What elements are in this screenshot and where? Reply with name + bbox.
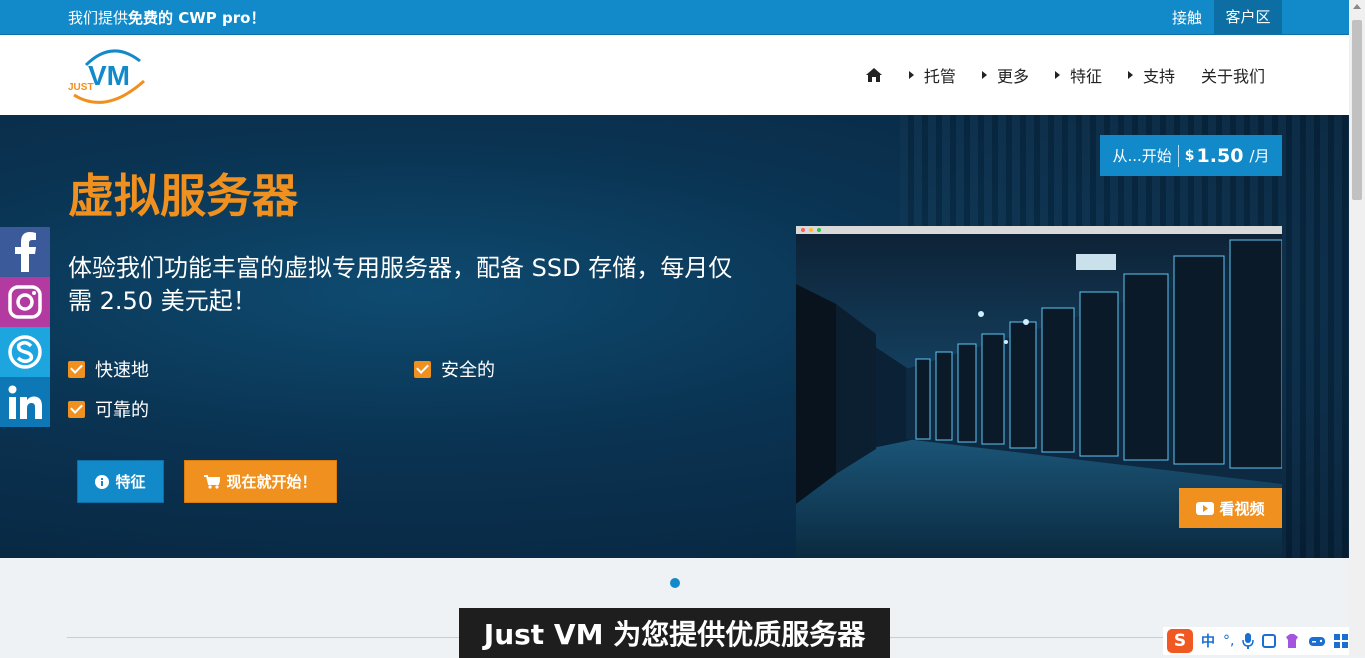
keyboard-icon[interactable]: [1262, 634, 1277, 648]
ime-language[interactable]: 中: [1201, 631, 1215, 651]
youtube-play-icon: [1196, 501, 1215, 515]
justvm-logo[interactable]: JUST VM: [66, 41, 156, 107]
hero-section: 虚拟服务器 体验我们功能丰富的虚拟专用服务器，配备 SSD 存储，每月仅需 2.…: [0, 115, 1349, 558]
section-title: Just VM 为您提供优质服务器: [459, 608, 890, 658]
ime-toolbar[interactable]: S 中 °,: [1163, 627, 1349, 655]
nav-item-more[interactable]: 更多: [981, 63, 1029, 87]
feature-item: 可靠的: [68, 396, 149, 422]
caret-right-icon: [1054, 71, 1060, 79]
sogou-logo-icon[interactable]: S: [1167, 629, 1193, 653]
grid-icon[interactable]: [1334, 634, 1349, 648]
contact-link[interactable]: 接触: [1172, 7, 1202, 28]
nav-item-about[interactable]: 关于我们: [1201, 63, 1265, 87]
cart-icon: [204, 474, 221, 489]
scrollbar-thumb[interactable]: [1352, 20, 1362, 200]
ime-punct[interactable]: °,: [1223, 633, 1234, 649]
hero-title: 虚拟服务器: [68, 169, 298, 223]
check-icon: [414, 360, 431, 378]
watch-video-button[interactable]: 看视频: [1179, 488, 1282, 528]
hero-subtitle: 体验我们功能丰富的虚拟专用服务器，配备 SSD 存储，每月仅需 2.50 美元起…: [68, 254, 733, 315]
nav-item-support[interactable]: 支持: [1127, 63, 1175, 87]
feature-item: 安全的: [414, 356, 495, 382]
caret-right-icon: [981, 71, 987, 79]
svg-text:VM: VM: [88, 60, 130, 91]
linkedin-icon[interactable]: [0, 377, 50, 427]
instagram-icon[interactable]: [0, 277, 50, 327]
nav-home[interactable]: [865, 67, 883, 83]
caret-right-icon: [1127, 71, 1133, 79]
top-bar: 我们提供免费的 CWP pro！ 接触 客户区: [0, 0, 1349, 35]
facebook-icon[interactable]: [0, 227, 50, 277]
info-icon: [95, 474, 110, 489]
gamepad-icon[interactable]: [1308, 634, 1326, 648]
skype-icon[interactable]: [0, 327, 50, 377]
nav-item-features[interactable]: 特征: [1054, 63, 1102, 87]
main-navbar: JUST VM 托管 更多 特征 支持 关于我们: [0, 35, 1349, 115]
scrollbar[interactable]: [1349, 0, 1365, 655]
caret-right-icon: [908, 71, 914, 79]
skin-icon[interactable]: [1284, 633, 1300, 649]
get-started-button[interactable]: 现在就开始！: [184, 460, 337, 503]
microphone-icon[interactable]: [1242, 633, 1255, 649]
client-area-link[interactable]: 客户区: [1214, 0, 1282, 34]
promo-text: 我们提供免费的 CWP pro！: [68, 9, 266, 27]
nav-menu: 托管 更多 特征 支持 关于我们: [839, 35, 1265, 115]
price-badge: 从...开始 $1.50/月: [1100, 135, 1282, 176]
check-icon: [68, 400, 85, 418]
nav-item-hosting[interactable]: 托管: [908, 63, 956, 87]
slider-indicator[interactable]: [670, 578, 680, 588]
home-icon: [865, 68, 882, 82]
scroll-up-icon[interactable]: [1353, 4, 1361, 9]
features-button[interactable]: 特征: [77, 460, 164, 503]
check-icon: [68, 360, 85, 378]
feature-item: 快速地: [68, 356, 149, 382]
